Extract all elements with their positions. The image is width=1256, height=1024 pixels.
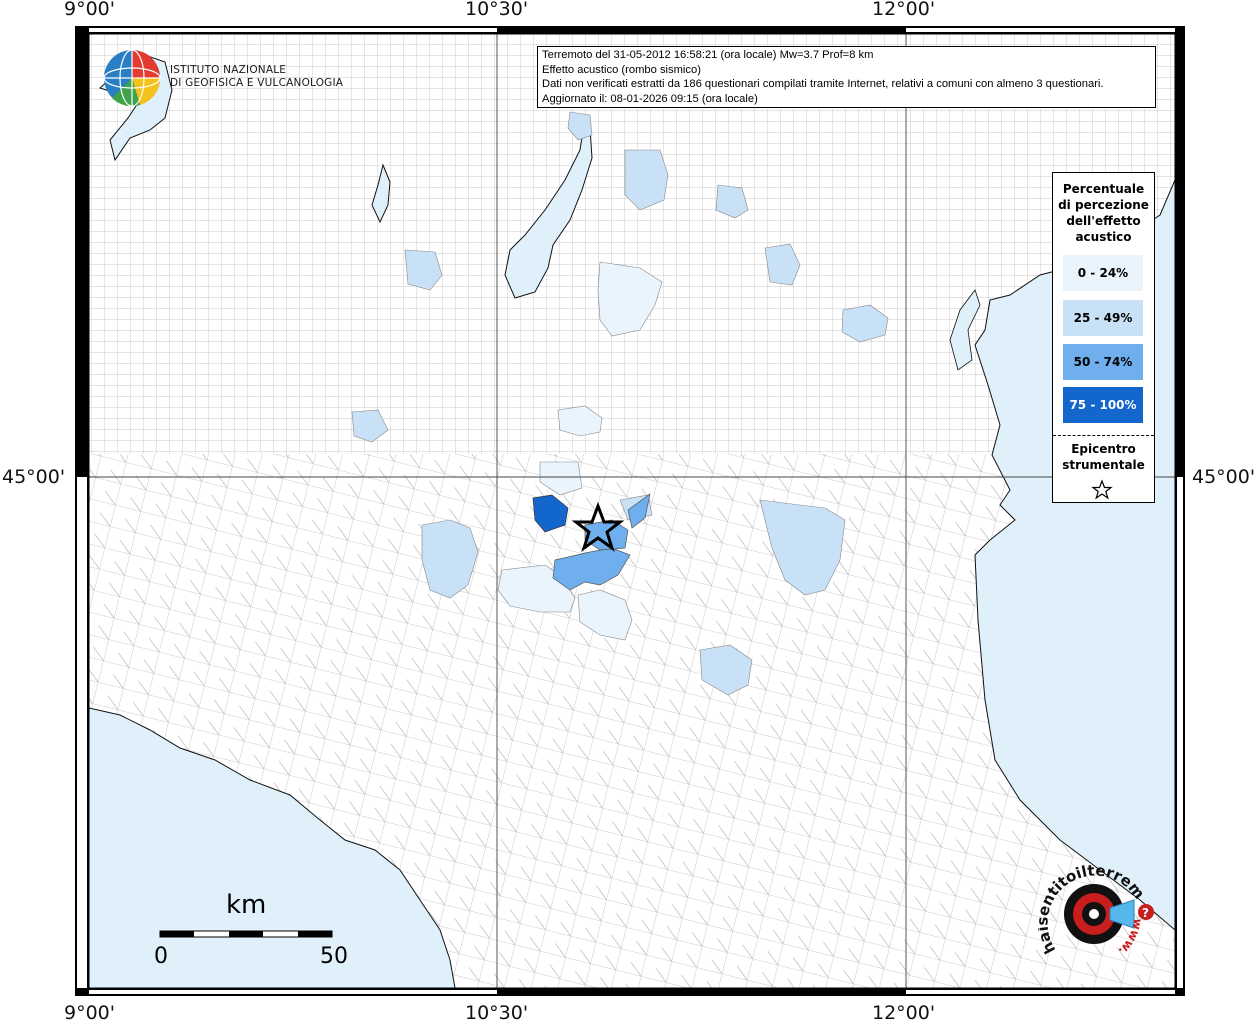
lon-label-top-1: 9°00' <box>64 0 115 20</box>
legend-class-25-49: 25 - 49% <box>1063 300 1143 336</box>
legend-class-50-74: 50 - 74% <box>1063 344 1143 380</box>
legend-title: Percentuale di percezione dell'effetto a… <box>1058 182 1149 244</box>
event-info-box: Terremoto del 31-05-2012 16:58:21 (ora l… <box>537 46 1156 108</box>
legend-epicenter-label: Epicentro strumentale <box>1062 442 1145 472</box>
event-info-line4: Aggiornato il: 08-01-2026 09:15 (ora loc… <box>542 92 758 105</box>
lon-label-bottom-1: 9°00' <box>64 1002 115 1024</box>
legend: Percentuale di percezione dell'effetto a… <box>1052 172 1155 503</box>
scale-bar <box>159 930 333 938</box>
ingv-name-line2: DI GEOFISICA E VULCANOLOGIA <box>170 76 344 89</box>
legend-star-icon <box>1091 479 1113 500</box>
scale-start: 0 <box>154 944 168 969</box>
legend-class-0-24: 0 - 24% <box>1063 255 1143 291</box>
scale-unit: km <box>226 890 267 920</box>
lon-label-bottom-3: 12°00' <box>872 1002 936 1024</box>
legend-separator <box>1053 435 1154 436</box>
event-info-line3: Dati non verificati estratti da 186 ques… <box>542 78 1104 91</box>
legend-class-75-100: 75 - 100% <box>1063 387 1143 423</box>
event-info-line1: Terremoto del 31-05-2012 16:58:21 (ora l… <box>542 49 874 61</box>
ingv-logo <box>100 46 164 114</box>
ingv-name-line1: ISTITUTO NAZIONALE <box>170 64 287 76</box>
haisentito-target-icon <box>1064 884 1135 944</box>
scale-end: 50 <box>320 944 348 969</box>
lon-label-top-3: 12°00' <box>872 0 936 20</box>
haisentito-mark: ? <box>1142 906 1149 920</box>
event-info-line2: Effetto acustico (rombo sismico) <box>542 63 701 76</box>
lat-label-right: 45°00' <box>1192 466 1256 488</box>
lon-label-bottom-2: 10°30' <box>465 1002 529 1024</box>
ingv-globe-icon <box>103 49 161 107</box>
haisentito-logo: haisentitoilterremoto.it www. ? <box>1033 848 1168 986</box>
lat-label-left: 45°00' <box>2 466 66 488</box>
ingv-logo-text: ISTITUTO NAZIONALE DI GEOFISICA E VULCAN… <box>170 64 343 89</box>
lon-label-top-2: 10°30' <box>465 0 529 20</box>
